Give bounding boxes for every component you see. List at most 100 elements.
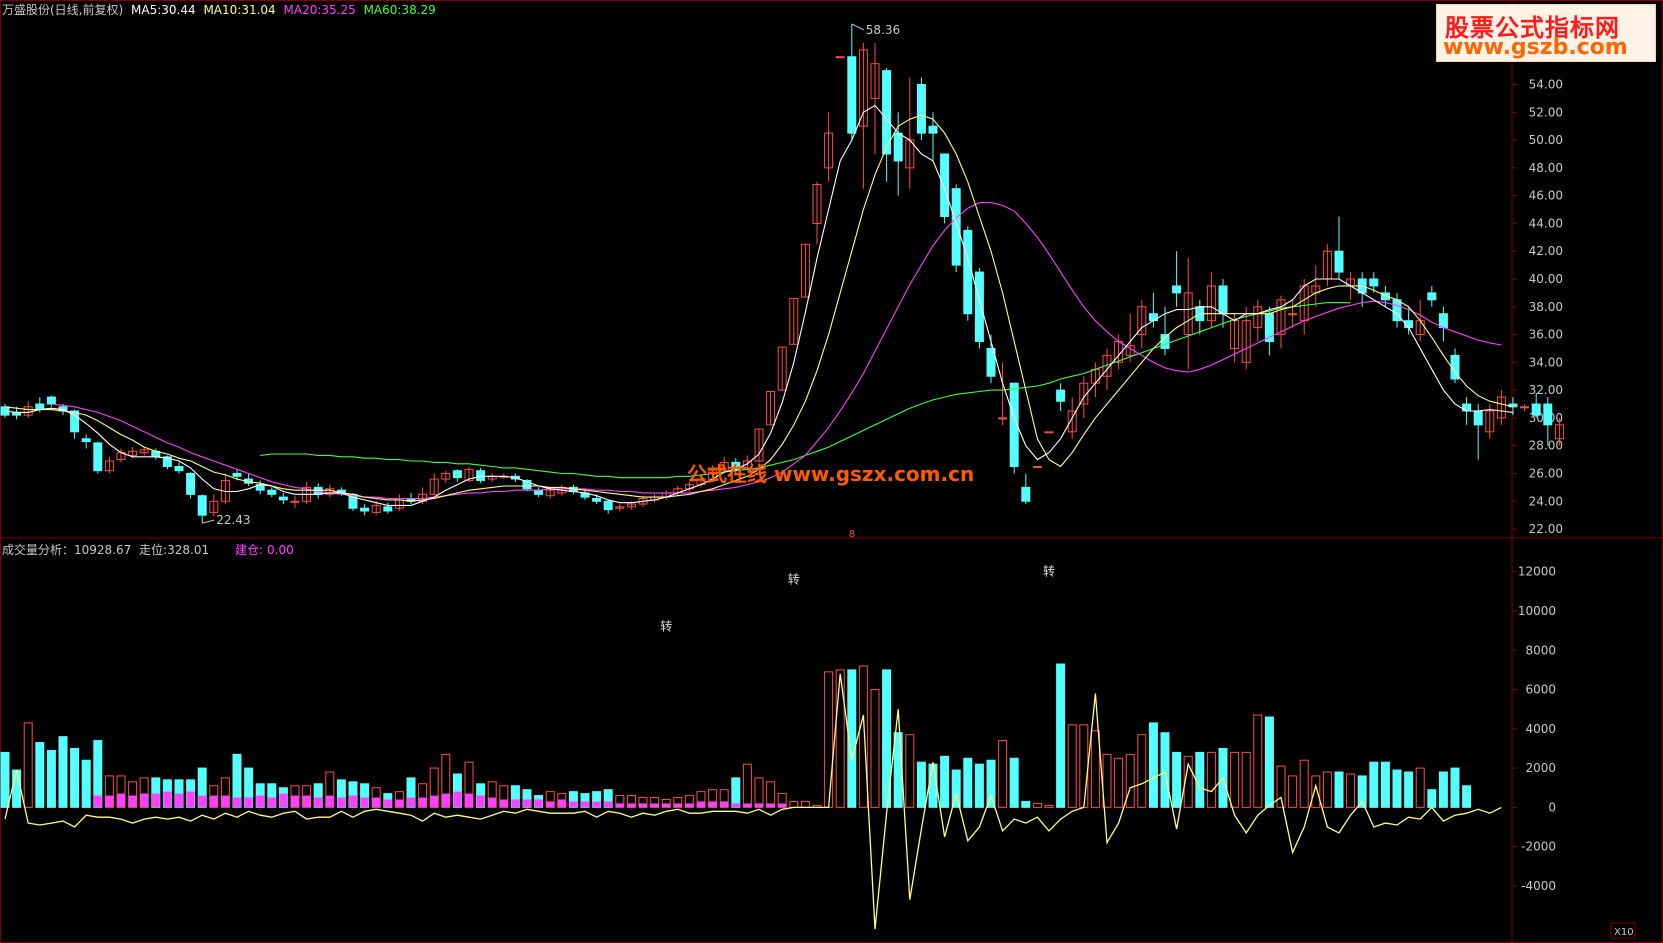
volume-bar [1427,789,1437,808]
volume-bar [1253,714,1263,808]
accumulation-bar [465,793,473,808]
accumulation-bar [697,801,705,808]
accumulation-bar [488,797,497,808]
price-tick-label: 26.00 [1529,466,1563,480]
candle-body [1427,292,1437,301]
volume-bar [70,747,80,808]
volume-bar [928,763,938,808]
candle-body [1288,313,1298,316]
candle-body [1531,403,1541,416]
price-tick-label: 50.00 [1529,133,1563,147]
site-logo[interactable]: 股票公式指标网 www.gszb.com [1436,4,1656,62]
volume-bar [1346,773,1356,808]
kline-chart-window[interactable]: 22.0024.0026.0028.0030.0032.0034.0036.00… [0,0,1663,943]
candle-body [1172,285,1182,294]
candle-body [383,506,393,512]
volume-bar [1067,724,1077,808]
volume-bar [1276,765,1286,808]
volume-bar [58,736,68,808]
ma5-label: MA5: [131,3,162,17]
volume-bar [1090,730,1100,808]
volume-bar [1380,761,1390,808]
accumulation-bar [395,799,404,808]
accumulation-bar [233,797,241,808]
volume-tick-label: -4000 [1521,879,1556,893]
candle-body [174,466,184,472]
volume-tick-label: 6000 [1525,683,1556,697]
volume-bar [1206,751,1216,808]
volume-bar [1021,800,1031,808]
volume-bar [1009,757,1019,808]
price-tick-label: 48.00 [1529,161,1563,175]
volume-bar [1125,753,1135,808]
accumulation-bar [128,795,137,808]
accumulation-bar [256,795,265,808]
candle-body [186,472,196,495]
accumulation-bar [604,801,613,808]
volume-bar [1404,771,1414,808]
volume-bar [824,671,834,808]
accumulation-bar [685,803,694,808]
candle-body [835,56,845,59]
accumulation-bar [639,803,647,808]
volume-bar [1334,771,1344,808]
candle-body [592,497,602,502]
candle-body [290,500,300,503]
candle-body [1044,431,1054,434]
accumulation-bar [244,797,253,808]
accumulation-bar [349,795,357,808]
volume-bar [1311,775,1321,808]
candle-body [963,229,973,315]
accumulation-bar [592,801,601,808]
watermark-text: 公式在线 www.gszx.com.cn [687,462,975,486]
price-tick-label: 22.00 [1529,522,1563,536]
accumulation-bar [476,795,485,808]
accumulation-bar [117,793,125,808]
volume-bar [81,759,91,808]
volume-bar [1195,751,1205,808]
volume-bar [1450,767,1460,808]
volume-bar [742,763,752,808]
volume-bar [1264,716,1274,808]
volume-bar [1056,663,1066,808]
accumulation-bar [360,797,369,808]
volume-tick-label: 10000 [1518,604,1556,618]
candle-body [916,84,926,134]
volume-analysis-label: 成交量分析： [2,543,75,557]
candle-body [1369,278,1379,287]
accumulation-bar [407,797,415,808]
price-tick-label: 38.00 [1529,300,1563,314]
volume-bar [800,800,810,808]
accumulation-bar [731,803,740,808]
accumulation-bar [221,795,230,808]
accumulation-bar [325,795,334,808]
low-pointer [202,519,215,524]
volume-bar [1114,757,1124,808]
volume-bar [1462,785,1472,808]
candle-body [1032,466,1042,469]
price-tick-label: 24.00 [1529,494,1563,508]
accumulation-bar [314,797,323,808]
price-tick-label: 54.00 [1529,78,1563,92]
candle-body [1543,403,1553,426]
volume-bar [998,740,1008,808]
candle-body [940,153,950,217]
volume-bar [731,777,741,808]
volume-bar [1032,802,1042,808]
volume-bar [1392,769,1402,808]
volume-bar [46,749,56,808]
volume-bar [35,742,45,808]
accumulation-bar [627,803,636,808]
volume-bar [1415,767,1425,808]
accumulation-bar [267,797,276,808]
volume-bar [1044,804,1054,808]
volume-tick-label: 12000 [1518,565,1556,579]
accumulation-bar [523,799,531,808]
volume-bar [1299,759,1309,808]
accumulation-bar [534,799,543,808]
build-label: 建仓: [234,543,264,557]
candle-body [1056,389,1066,402]
accumulation-bar [708,801,717,808]
volume-bar [963,757,973,808]
price-tick-label: 40.00 [1529,272,1563,286]
